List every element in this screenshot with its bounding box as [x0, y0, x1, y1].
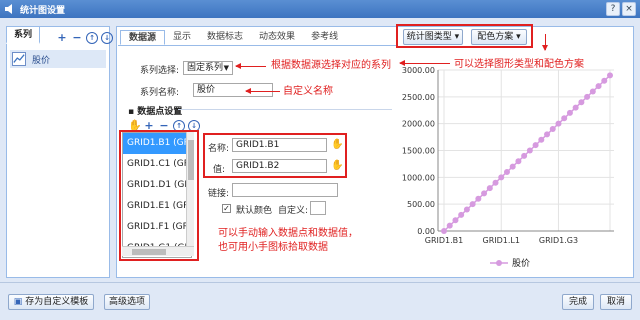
default-color-label: 默认颜色 [236, 206, 273, 216]
x-tick-label: GRID1.L1 [483, 236, 520, 245]
line-chart: 0.00 500.00 1000.00 1500.00 2000.00 2500.00 30… [402, 66, 614, 245]
line-chart-icon [12, 52, 26, 66]
legend-marker-icon [490, 259, 508, 266]
data-point [561, 115, 568, 122]
data-point [549, 126, 556, 133]
tab-data-marker[interactable]: 数据标志 [199, 30, 251, 45]
data-point [503, 168, 510, 175]
ok-button[interactable]: 完成 [562, 294, 594, 310]
series-hint: 根据数据源选择对应的系列 [271, 60, 391, 71]
tab-series[interactable]: 系列 [6, 26, 40, 44]
tab-divider [118, 45, 398, 46]
floppy-icon: ▣ [13, 297, 23, 307]
data-point [492, 179, 499, 186]
cancel-button[interactable]: 取消 [600, 294, 632, 310]
arrow-down-icon [542, 34, 548, 51]
data-point [589, 88, 596, 95]
data-point [526, 147, 533, 154]
arrow-left-icon [245, 88, 280, 94]
data-point [595, 83, 602, 90]
custom-color-swatch[interactable] [310, 201, 326, 215]
window-title: 统计图设置 [20, 6, 66, 16]
arrow-left-icon [235, 63, 266, 69]
tab-reference-line[interactable]: 参考线 [303, 30, 346, 45]
y-tick-label: 1500.00 [402, 147, 435, 156]
name-hint: 自定义名称 [283, 86, 333, 97]
data-point [515, 158, 522, 165]
data-point [532, 142, 539, 149]
save-template-button[interactable]: ▣ 存为自定义模板 [8, 294, 94, 310]
data-point [566, 109, 573, 116]
x-tick-label: GRID1.G3 [539, 236, 578, 245]
data-point [486, 185, 493, 192]
data-points-title-text: 数据点设置 [137, 107, 183, 117]
bottom-bar [0, 282, 640, 320]
data-point [498, 174, 505, 181]
data-point [555, 120, 562, 127]
tab-data-source[interactable]: 数据源 [120, 30, 166, 45]
data-point [509, 163, 516, 170]
series-select-dropdown[interactable]: 固定系列 ▼ [183, 61, 233, 75]
remove-series-icon[interactable]: − [71, 32, 83, 44]
link-input[interactable] [232, 183, 338, 197]
data-point [521, 152, 528, 159]
data-point [578, 99, 585, 106]
custom-color-label: 自定义: [278, 206, 309, 216]
close-button[interactable]: × [622, 2, 636, 16]
series-toolbar: + − ↑ ↓ [56, 32, 113, 44]
data-points-section-title: ▪ 数据点设置 [128, 107, 183, 117]
x-tick-label: GRID1.B1 [425, 236, 464, 245]
chart-legend: 股价 [490, 256, 530, 269]
series-select-value: 固定系列 [187, 63, 224, 73]
highlight-box [203, 133, 347, 178]
highlight-box [396, 24, 533, 48]
data-point [481, 190, 488, 197]
y-tick-label: 3000.00 [402, 66, 435, 75]
caret-down-icon: ▼ [223, 64, 229, 72]
data-point [601, 77, 608, 84]
y-tick-label: 2000.00 [402, 120, 435, 129]
data-point [607, 72, 613, 79]
data-point [584, 93, 591, 100]
link-label: 链接: [208, 189, 230, 199]
y-tick-label: 2500.00 [402, 93, 435, 102]
y-tick-label: 500.00 [407, 200, 435, 209]
data-point [452, 217, 459, 224]
data-point [458, 211, 465, 218]
default-color-checkbox[interactable]: ✓ [222, 204, 231, 213]
tab-display[interactable]: 显示 [165, 30, 199, 45]
manual-hint-line2: 也可用小手图标拾取数据 [218, 242, 328, 253]
data-point [475, 195, 482, 202]
data-point [469, 201, 476, 208]
series-name-label: 系列名称: [140, 88, 180, 98]
title-bar: 统计图设置 ? × [0, 0, 640, 18]
legend-label: 股价 [512, 259, 531, 269]
y-tick-label: 1000.00 [402, 173, 435, 182]
help-button[interactable]: ? [606, 2, 620, 16]
series-item-label: 股价 [32, 56, 51, 66]
advanced-options-button[interactable]: 高级选项 [104, 294, 150, 310]
manual-hint-line1: 可以手动输入数据点和数据值， [218, 228, 358, 239]
data-point [446, 222, 453, 229]
data-point [538, 136, 545, 143]
series-name-input[interactable]: 股价 [193, 83, 273, 97]
section-divider [178, 109, 392, 110]
y-tick-label: 0.00 [417, 227, 435, 236]
series-item[interactable]: 股价 [10, 50, 106, 68]
highlight-box [119, 130, 199, 261]
data-point [441, 228, 447, 234]
data-point [544, 131, 551, 138]
tab-animation[interactable]: 动态效果 [251, 30, 303, 45]
move-down-series-icon[interactable]: ↓ [101, 32, 113, 44]
move-up-series-icon[interactable]: ↑ [86, 32, 98, 44]
tab-bar: 数据源 显示 数据标志 动态效果 参考线 [120, 30, 346, 45]
add-series-icon[interactable]: + [56, 32, 68, 44]
data-point [572, 104, 579, 111]
save-template-label: 存为自定义模板 [25, 297, 89, 307]
series-select-label: 系列选择: [140, 66, 180, 76]
speaker-icon [5, 4, 12, 14]
data-point [463, 206, 470, 213]
